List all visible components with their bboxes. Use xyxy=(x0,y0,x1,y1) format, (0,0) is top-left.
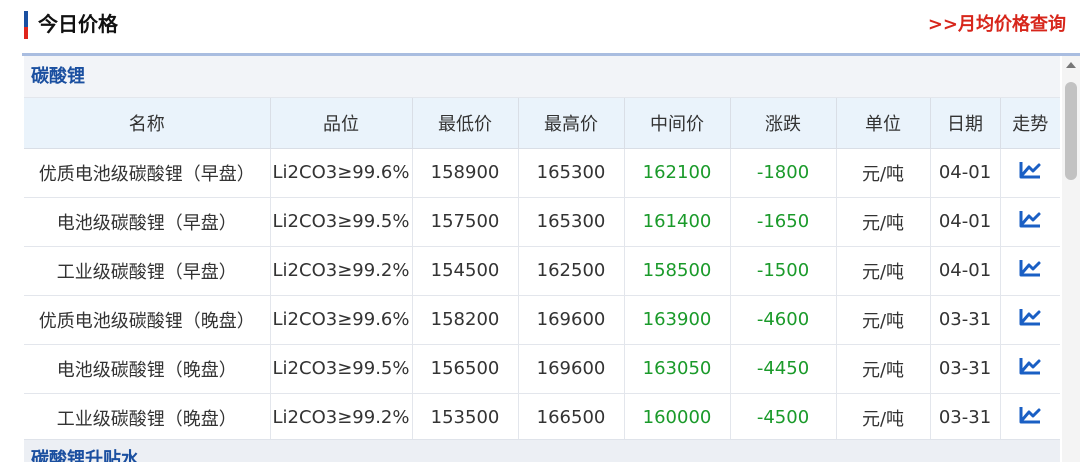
header: 今日价格 >>月均价格查询 xyxy=(0,0,1080,54)
cell-low: 158900 xyxy=(412,148,519,198)
cell-grade: Li2CO3≥99.2% xyxy=(270,246,413,296)
cell-change: -4450 xyxy=(730,344,837,394)
cell-low: 157500 xyxy=(412,197,519,247)
cell-change: -4500 xyxy=(730,393,837,443)
cell-high: 165300 xyxy=(518,148,625,198)
section-title: 碳酸锂 xyxy=(24,56,1060,98)
cell-trend xyxy=(1000,295,1060,345)
column-header-low: 最低价 xyxy=(412,98,519,149)
cell-name: 电池级碳酸锂（晚盘） xyxy=(24,344,271,394)
cell-grade: Li2CO3≥99.5% xyxy=(270,344,413,394)
title-accent-bar xyxy=(24,11,28,27)
column-header-high: 最高价 xyxy=(518,98,625,149)
cell-unit: 元/吨 xyxy=(836,197,931,247)
cell-high: 165300 xyxy=(518,197,625,247)
cell-high: 169600 xyxy=(518,344,625,394)
cell-high: 162500 xyxy=(518,246,625,296)
column-header-trend: 走势 xyxy=(1000,98,1060,149)
price-panel: 碳酸锂 名称 品位 最低价 最高价 中间价 涨跌 单位 日期 走势 优质电池级碳… xyxy=(24,56,1060,462)
vertical-scrollbar[interactable] xyxy=(1062,56,1080,462)
cell-trend xyxy=(1000,246,1060,296)
cell-trend xyxy=(1000,393,1060,443)
table-row: 电池级碳酸锂（早盘） Li2CO3≥99.5% 157500 165300 161400… xyxy=(24,197,1060,247)
cell-trend xyxy=(1000,148,1060,198)
cell-mid: 163050 xyxy=(624,344,731,394)
cell-mid: 162100 xyxy=(624,148,731,198)
cell-unit: 元/吨 xyxy=(836,295,931,345)
cell-grade: Li2CO3≥99.5% xyxy=(270,197,413,247)
column-header-date: 日期 xyxy=(930,98,1001,149)
column-header-grade: 品位 xyxy=(270,98,413,149)
cell-high: 169600 xyxy=(518,295,625,345)
trend-chart-icon[interactable] xyxy=(1018,209,1042,234)
cell-unit: 元/吨 xyxy=(836,148,931,198)
cell-unit: 元/吨 xyxy=(836,393,931,443)
column-header-mid: 中间价 xyxy=(624,98,731,149)
scroll-thumb[interactable] xyxy=(1065,82,1077,180)
cell-change: -4600 xyxy=(730,295,837,345)
trend-chart-icon[interactable] xyxy=(1018,356,1042,381)
cell-mid: 160000 xyxy=(624,393,731,443)
column-header-change: 涨跌 xyxy=(730,98,837,149)
cell-trend xyxy=(1000,344,1060,394)
page-title: 今日价格 xyxy=(38,12,118,36)
table-row: 电池级碳酸锂（晚盘） Li2CO3≥99.5% 156500 169600 163050… xyxy=(24,344,1060,394)
cell-mid: 163900 xyxy=(624,295,731,345)
cell-low: 156500 xyxy=(412,344,519,394)
table-row: 工业级碳酸锂（早盘） Li2CO3≥99.2% 154500 162500 158500… xyxy=(24,246,1060,296)
cell-name: 优质电池级碳酸锂（晚盘） xyxy=(24,295,271,345)
cell-mid: 158500 xyxy=(624,246,731,296)
cell-date: 03-31 xyxy=(930,393,1001,443)
cell-name: 工业级碳酸锂（早盘） xyxy=(24,246,271,296)
cell-change: -1650 xyxy=(730,197,837,247)
cell-name: 工业级碳酸锂（晚盘） xyxy=(24,393,271,443)
title-accent-bar-red xyxy=(24,27,28,39)
cell-mid: 161400 xyxy=(624,197,731,247)
column-header-name: 名称 xyxy=(24,98,271,149)
cell-low: 154500 xyxy=(412,246,519,296)
cell-high: 166500 xyxy=(518,393,625,443)
trend-chart-icon[interactable] xyxy=(1018,307,1042,332)
cell-date: 04-01 xyxy=(930,197,1001,247)
trend-chart-icon[interactable] xyxy=(1018,405,1042,430)
trend-chart-icon[interactable] xyxy=(1018,160,1042,185)
column-header-unit: 单位 xyxy=(836,98,931,149)
table-row: 优质电池级碳酸锂（早盘） Li2CO3≥99.6% 158900 165300 1621… xyxy=(24,148,1060,198)
cell-grade: Li2CO3≥99.6% xyxy=(270,295,413,345)
price-table: 名称 品位 最低价 最高价 中间价 涨跌 单位 日期 走势 优质电池级碳酸锂（早… xyxy=(24,98,1060,443)
table-row: 工业级碳酸锂（晚盘） Li2CO3≥99.2% 153500 166500 160000… xyxy=(24,393,1060,443)
cell-low: 153500 xyxy=(412,393,519,443)
cell-unit: 元/吨 xyxy=(836,246,931,296)
cell-change: -1500 xyxy=(730,246,837,296)
cell-low: 158200 xyxy=(412,295,519,345)
table-header-row: 名称 品位 最低价 最高价 中间价 涨跌 单位 日期 走势 xyxy=(24,98,1060,149)
next-section-title: 碳酸锂升贴水 xyxy=(24,439,1060,462)
cell-date: 04-01 xyxy=(930,148,1001,198)
cell-grade: Li2CO3≥99.6% xyxy=(270,148,413,198)
scroll-up-arrow-icon[interactable] xyxy=(1066,62,1076,68)
cell-date: 03-31 xyxy=(930,344,1001,394)
cell-unit: 元/吨 xyxy=(836,344,931,394)
table-row: 优质电池级碳酸锂（晚盘） Li2CO3≥99.6% 158200 169600 1639… xyxy=(24,295,1060,345)
monthly-average-price-link[interactable]: >>月均价格查询 xyxy=(928,11,1066,39)
cell-name: 电池级碳酸锂（早盘） xyxy=(24,197,271,247)
cell-change: -1800 xyxy=(730,148,837,198)
cell-date: 03-31 xyxy=(930,295,1001,345)
cell-date: 04-01 xyxy=(930,246,1001,296)
cell-grade: Li2CO3≥99.2% xyxy=(270,393,413,443)
cell-name: 优质电池级碳酸锂（早盘） xyxy=(24,148,271,198)
cell-trend xyxy=(1000,197,1060,247)
trend-chart-icon[interactable] xyxy=(1018,258,1042,283)
